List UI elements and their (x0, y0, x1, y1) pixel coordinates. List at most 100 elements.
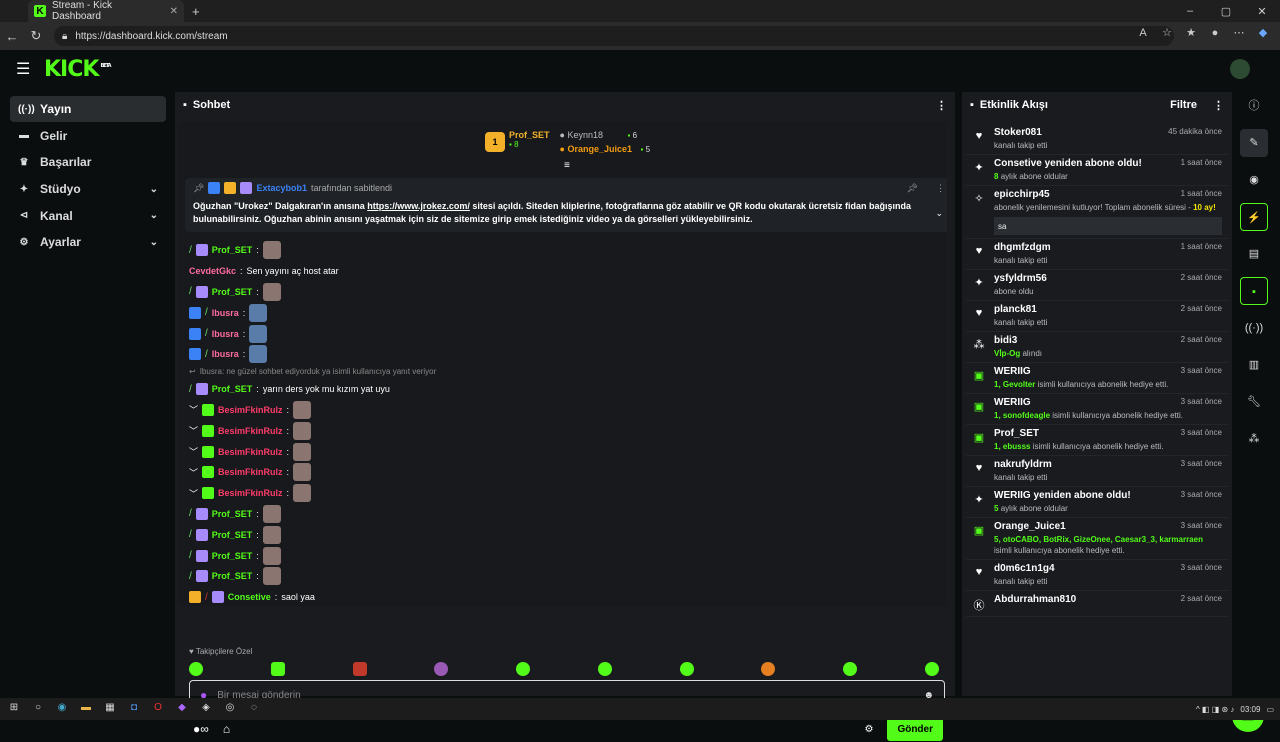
pinned-by-user[interactable]: Extacybob1 (256, 183, 307, 193)
sparkle-icon: ✧ (974, 193, 984, 205)
heart-icon: ♥ (975, 307, 983, 319)
app-icon[interactable]: ◈ (196, 702, 216, 716)
resub-message: sa (994, 217, 1222, 235)
sidebar-item-ayarlar[interactable]: ⚙ Ayarlar ⌄ (10, 229, 166, 255)
activity-feed: ▪ Etkinlik Akışı Filtre ⋮ ♥ Stoker081 45 d… (962, 92, 1232, 696)
activity-list[interactable]: ♥ Stoker081 45 dakika önce kanalı takip ett… (966, 124, 1228, 617)
sidebar-item-basarilar[interactable]: ♛ Başarılar (10, 149, 166, 175)
reply-reference[interactable]: ↩ Ibusra: ne güzel sohbet ediyorduk ya is… (189, 365, 939, 379)
app-icon[interactable]: ◆ (172, 702, 192, 716)
chevron-down-icon[interactable]: ⌄ (935, 208, 943, 219)
activity-options-icon[interactable]: ⋮ (1213, 99, 1224, 112)
trophy-icon: ♛ (19, 156, 29, 168)
gift-icon (195, 549, 208, 562)
points-icon[interactable]: ●∞ (193, 722, 209, 736)
chevron-badge-icon: ﹀ (189, 447, 199, 458)
dots-icon[interactable]: ⁂ (1240, 425, 1268, 453)
search-icon[interactable]: ○ (28, 702, 48, 716)
activity-item: ♥ d0m6c1n1g4 3 saat önce kanalı takip etti (966, 560, 1228, 591)
broadcast-icon[interactable]: ((·)) (1240, 314, 1268, 342)
sidebar-item-kanal[interactable]: ⊲ Kanal ⌄ (10, 203, 166, 229)
edge-icon[interactable]: ◉ (52, 702, 72, 716)
activity-item: ✦ WERIIG yeniden abone oldu! 3 saat önce 5 … (966, 487, 1228, 518)
emote-bar (189, 662, 939, 676)
maximize-icon[interactable]: ▢ (1208, 0, 1244, 22)
pinned-link[interactable]: https://www.jrokez.com/ (367, 201, 470, 211)
activity-item: ▣ Orange_Juice1 3 saat önce 5, otoCABO, Bot… (966, 518, 1228, 560)
emote (262, 241, 281, 260)
info-icon[interactable]: ⓘ (1240, 92, 1268, 120)
emote-button[interactable] (434, 662, 449, 676)
sidebar-item-yayin[interactable]: ((·)) Yayın (10, 96, 166, 122)
close-tab-icon[interactable]: ✕ (170, 6, 178, 17)
chat-settings-icon[interactable]: ⚙ (864, 724, 873, 735)
favorite-icon[interactable]: ☆ (1160, 26, 1174, 39)
sidebar-item-gelir[interactable]: ▬ Gelir (10, 123, 166, 149)
emote-button[interactable] (352, 662, 367, 676)
emote-button[interactable] (679, 662, 694, 676)
notification-icon[interactable]: ▭ (1266, 705, 1274, 714)
reload-icon[interactable]: ↻ (24, 28, 48, 44)
unpin-icon[interactable]: 📌︎ (907, 183, 918, 194)
lightning-icon[interactable]: ⚡ (1240, 203, 1268, 231)
steam-icon[interactable]: ◎ (220, 702, 240, 716)
emote-button[interactable] (516, 662, 531, 676)
crown-icon (189, 591, 201, 604)
windows-start-icon[interactable]: ⊞ (4, 702, 24, 716)
message-list: / Prof_SET: CevdetGkc: Sen yayını aç host … (189, 240, 939, 606)
emote-button[interactable] (924, 662, 939, 676)
chat-messages[interactable]: 1 Prof_SET ▪ 8 ● Keynn18 ▪ 6 ● Orange_Jui… (179, 122, 947, 606)
emote-button[interactable] (270, 662, 285, 676)
minimize-icon[interactable]: – (1172, 0, 1208, 22)
menu-icon[interactable]: ☰ (16, 59, 40, 79)
tray-icons[interactable]: ^ ◧ ◨ ⊛ ♪ (1196, 705, 1234, 714)
system-tray: ^ ◧ ◨ ⊛ ♪ 03:09 ▭ (1196, 698, 1274, 720)
chat-message: / Prof_SET: (189, 566, 939, 587)
collections-icon[interactable]: ★ (1184, 26, 1198, 39)
profile-icon[interactable]: ● (1208, 27, 1222, 39)
chat-options-icon[interactable]: ⋮ (936, 99, 947, 112)
print-icon[interactable]: ▥ (1240, 351, 1268, 379)
activity-item: ▣ WERIIG 3 saat önce 1, Gevolter isimli kul… (966, 363, 1228, 394)
clock[interactable]: 03:09 (1240, 705, 1260, 714)
filter-button[interactable]: Filtre (1170, 99, 1197, 111)
edit-icon[interactable]: ✎ (1240, 129, 1268, 157)
chat-panel: ▪ Sohbet ⋮ 1 Prof_SET ▪ 8 ● Keynn18 ▪ 6 ●… (175, 92, 955, 741)
url-field[interactable]: 🔒︎ https://dashboard.kick.com/stream (54, 26, 1174, 46)
activity-title: Etkinlik Akışı (979, 99, 1048, 111)
dots-icon: ⁂ (973, 339, 985, 351)
notes-icon[interactable]: ▤ (1240, 240, 1268, 268)
copilot-icon[interactable]: ◆ (1256, 26, 1270, 39)
emote-button[interactable] (189, 662, 203, 676)
chat-toggle-icon[interactable]: ▪ (1240, 277, 1268, 305)
outlook-icon[interactable]: ◘ (124, 702, 144, 716)
expand-leaderboard-icon[interactable]: ≡ (564, 160, 570, 171)
emote-button[interactable] (761, 662, 776, 676)
gift-icon (240, 182, 253, 194)
kick-logo[interactable]: KICK BETA (44, 57, 112, 82)
explorer-icon[interactable]: ▬ (76, 702, 96, 716)
pin-options-icon[interactable]: ⋮ (936, 183, 945, 194)
wrench-icon[interactable]: 🔧︎ (1240, 388, 1268, 416)
app-icon[interactable]: ▦ (100, 702, 120, 716)
opera-icon[interactable]: O (148, 702, 168, 716)
user-avatar[interactable] (1230, 59, 1250, 79)
gift-icon (211, 591, 224, 604)
browser-tab[interactable]: K Stream - Kick Dashboard ✕ (28, 0, 184, 22)
app-icon[interactable]: ◌ (244, 702, 264, 716)
emote (293, 442, 312, 461)
more-icon[interactable]: ⋯ (1232, 26, 1246, 39)
back-icon[interactable]: ← (0, 29, 24, 44)
read-aloud-icon[interactable]: A (1136, 27, 1150, 39)
sidebar-item-studyo[interactable]: ✦ Stüdyo ⌄ (10, 176, 166, 202)
emote-button[interactable] (843, 662, 858, 676)
send-button[interactable]: Gönder (887, 717, 943, 741)
gift-icon: ▣ (973, 432, 985, 444)
camera-icon[interactable]: ◉ (1240, 166, 1268, 194)
close-window-icon[interactable]: ✕ (1244, 0, 1280, 22)
sword-icon: / (205, 328, 208, 340)
store-icon[interactable]: ⌂ (223, 722, 230, 736)
new-tab-icon[interactable]: + (192, 4, 200, 19)
kick-icon: Ⓚ (973, 600, 985, 612)
emote-button[interactable] (597, 662, 612, 676)
